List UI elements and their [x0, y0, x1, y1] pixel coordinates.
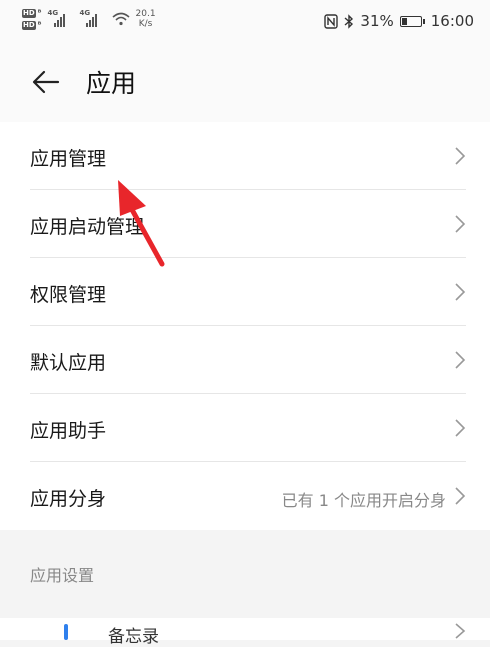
bluetooth-icon	[344, 13, 354, 29]
app-bar: 应用	[0, 42, 490, 122]
app-settings-section: 应用设置 备忘录	[0, 530, 490, 647]
list-item-label: 备忘录	[108, 627, 159, 647]
signal-icon: 4G	[48, 9, 74, 29]
apps-menu-list: 应用管理 应用启动管理 权限管理 默认应用 应用助手 应用分身 已有 1 个应用…	[0, 122, 490, 530]
menu-item-default-apps[interactable]: 默认应用	[0, 326, 490, 394]
wifi-icon	[111, 12, 130, 26]
chevron-right-icon	[455, 215, 466, 233]
signal-icon-2: 4G	[80, 9, 106, 29]
chevron-right-icon	[455, 147, 466, 165]
menu-item-startup-management[interactable]: 应用启动管理	[0, 190, 490, 258]
chevron-right-icon	[455, 419, 466, 437]
menu-item-value: 已有 1 个应用开启分身	[281, 491, 446, 510]
menu-item-permission-management[interactable]: 权限管理	[0, 258, 490, 326]
clock: 16:00	[430, 12, 474, 30]
menu-item-label: 应用管理	[30, 148, 107, 170]
menu-item-label: 默认应用	[30, 352, 107, 374]
battery-percent: 31%	[360, 12, 394, 30]
hd-indicator: HD ᴮ HD ᴮ	[22, 8, 42, 30]
menu-item-label: 应用分身	[30, 488, 107, 510]
annotation-arrow-icon	[118, 180, 165, 267]
menu-item-app-twin[interactable]: 应用分身 已有 1 个应用开启分身	[0, 462, 490, 530]
chevron-right-icon	[455, 351, 466, 369]
menu-item-app-management[interactable]: 应用管理	[0, 122, 490, 190]
menu-item-label: 权限管理	[30, 284, 107, 306]
status-bar: HD ᴮ HD ᴮ 4G 4G 20.1 K/s 31% 16:00	[0, 0, 490, 42]
menu-item-app-assistant[interactable]: 应用助手	[0, 394, 490, 462]
nfc-icon	[324, 13, 339, 29]
menu-item-label: 应用助手	[30, 420, 107, 442]
chevron-right-icon	[455, 487, 466, 505]
chevron-right-icon	[455, 283, 466, 301]
page-title: 应用	[86, 69, 137, 98]
list-item-memo[interactable]: 备忘录	[0, 618, 490, 647]
section-header: 应用设置	[30, 566, 95, 585]
battery-icon	[399, 15, 425, 27]
network-speed: 20.1 K/s	[135, 9, 156, 29]
back-arrow-icon[interactable]	[30, 66, 62, 98]
memo-app-icon	[64, 624, 68, 640]
chevron-right-icon	[455, 623, 466, 639]
